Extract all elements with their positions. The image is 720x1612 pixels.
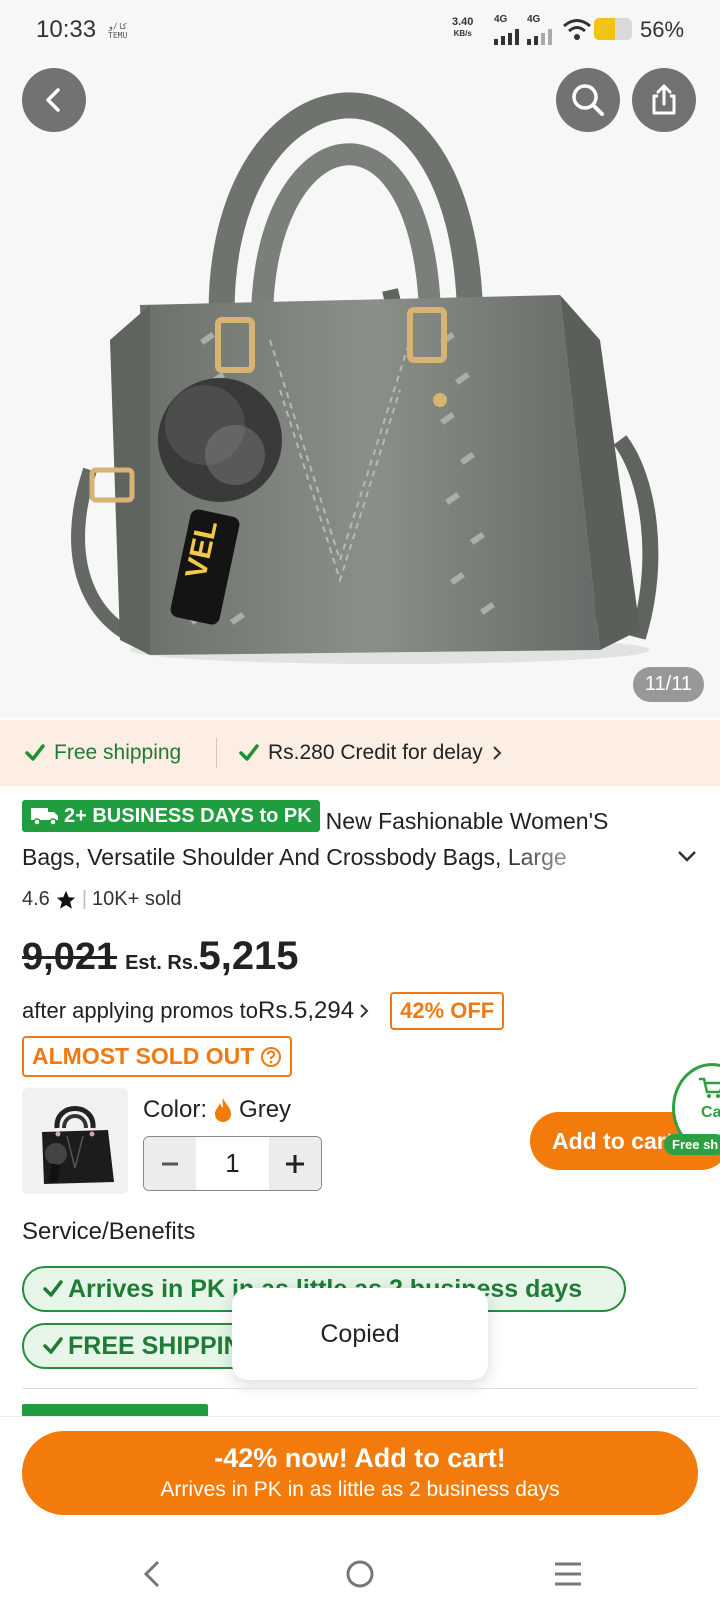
divider	[216, 738, 217, 768]
search-icon	[572, 84, 604, 116]
service-title: Service/Benefits	[22, 1218, 196, 1245]
quantity-stepper[interactable]: 1	[143, 1136, 322, 1191]
app-notification-icon: ﻛﺎ/ﻭ TEMU	[108, 22, 128, 40]
share-button[interactable]	[632, 68, 696, 132]
copied-toast: Copied	[232, 1288, 488, 1380]
chevron-right-icon	[493, 746, 502, 760]
free-shipping-tag: Free sh	[664, 1134, 720, 1155]
battery-icon	[594, 18, 632, 40]
decrease-button[interactable]	[144, 1137, 196, 1190]
check-icon	[43, 1337, 63, 1354]
variant-thumbnail[interactable]	[22, 1088, 128, 1194]
delay-credit-link[interactable]: Rs.280 Credit for delay	[238, 741, 503, 765]
status-bar: 10:33 ﻛﺎ/ﻭ TEMU 3.40 KB/s 4G 4G 56%	[0, 0, 720, 58]
system-nav-bar	[0, 1540, 720, 1612]
nav-home-icon[interactable]	[344, 1556, 376, 1592]
screen: { "status_bar": { "time": "10:33", "app_…	[0, 0, 720, 1612]
increase-button[interactable]	[269, 1137, 321, 1190]
cart-icon	[699, 1077, 720, 1098]
separator: |	[81, 888, 88, 910]
color-selector[interactable]: Color: Grey	[143, 1096, 291, 1124]
title-line-1: New Fashionable Women'S	[325, 808, 609, 834]
flame-icon	[215, 1098, 232, 1122]
promo-text: after applying promos to	[22, 998, 259, 1023]
stock-warning-badge[interactable]: ALMOST SOLD OUT	[22, 1036, 293, 1077]
title-line-2: Bags, Versatile Shoulder And Crossbody B…	[22, 844, 567, 870]
add-to-cart-cta[interactable]: -42% now! Add to cart! Arrives in PK in …	[22, 1431, 698, 1515]
original-price: 9,021	[22, 936, 118, 978]
back-button[interactable]	[22, 68, 86, 132]
chevron-down-icon[interactable]	[676, 848, 698, 864]
cta-sub-text: Arrives in PK in as little as 2 business…	[160, 1478, 560, 1501]
truck-icon	[31, 808, 58, 826]
wifi-icon	[563, 19, 591, 40]
promo-row[interactable]: after applying promos to Rs.5,294 42% OF…	[22, 992, 505, 1030]
delivery-badge: 2+ BUSINESS DAYS to PK	[22, 800, 320, 832]
search-button[interactable]	[556, 68, 620, 132]
plus-icon	[286, 1154, 304, 1173]
product-image-gallery[interactable]: VEL 11/11	[0, 0, 720, 718]
free-shipping-info[interactable]: Free shipping	[24, 741, 181, 765]
share-icon	[652, 84, 676, 115]
cta-main-text: -42% now! Add to cart!	[214, 1443, 506, 1473]
check-icon	[25, 744, 45, 761]
status-time: 10:33	[36, 16, 97, 43]
star-icon	[56, 890, 75, 909]
nav-menu-icon[interactable]	[552, 1556, 584, 1592]
image-counter: 11/11	[632, 667, 704, 702]
rating-row[interactable]: 4.6 | 10K+ sold	[22, 888, 182, 911]
chevron-left-icon	[46, 88, 60, 112]
bottom-action-bar: -42% now! Add to cart! Arrives in PK in …	[0, 1416, 720, 1520]
divider	[22, 1388, 698, 1389]
check-icon	[43, 1280, 63, 1297]
sale-price: 5,215	[198, 934, 299, 978]
signal-icon: 4G	[527, 14, 553, 51]
price-row: 9,021 Est. Rs. 5,215	[22, 934, 299, 979]
nav-back-icon[interactable]	[138, 1556, 164, 1592]
discount-badge: 42% OFF	[390, 992, 505, 1030]
quantity-value[interactable]: 1	[196, 1148, 269, 1179]
battery-percent: 56%	[640, 17, 685, 42]
sold-count: 10K+ sold	[92, 888, 182, 910]
estimate-label: Est. Rs.	[125, 952, 199, 974]
minus-icon	[162, 1162, 178, 1165]
promo-price: Rs.5,294	[258, 997, 355, 1024]
product-title[interactable]: 2+ BUSINESS DAYS to PK New Fashionable W…	[22, 800, 682, 870]
signal-icon: 4G	[494, 14, 520, 51]
shipping-strip[interactable]: Free shipping Rs.280 Credit for delay	[0, 720, 720, 786]
check-icon	[239, 744, 259, 761]
network-speed: 3.40 KB/s	[452, 16, 474, 38]
help-icon	[261, 1046, 282, 1067]
chevron-right-icon	[360, 1004, 369, 1018]
rating-value: 4.6	[22, 888, 50, 910]
